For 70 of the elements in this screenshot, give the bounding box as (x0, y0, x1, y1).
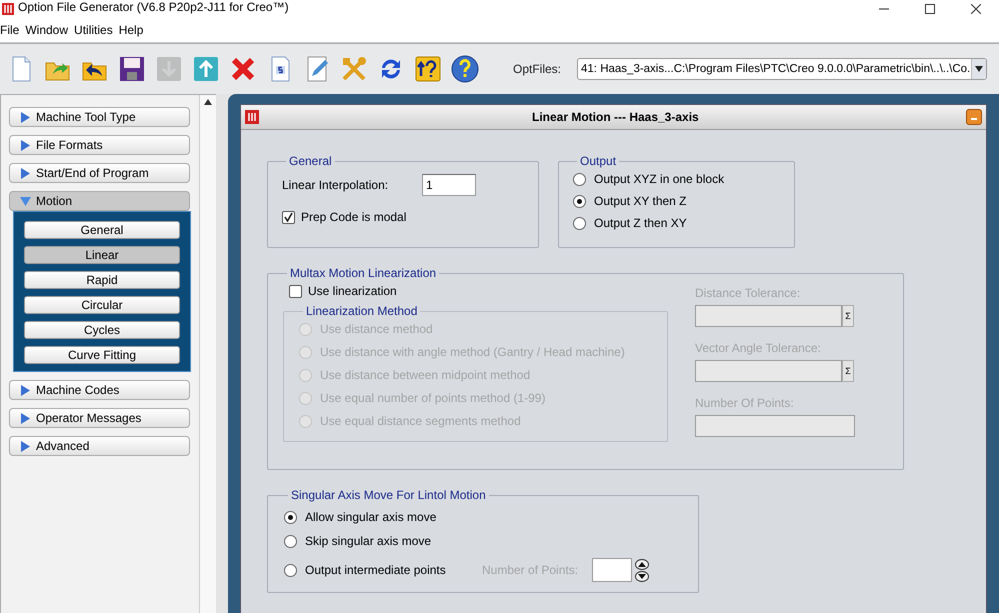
radio-button[interactable] (573, 216, 586, 230)
spin-down-icon[interactable] (635, 570, 649, 582)
maximize-icon[interactable] (925, 4, 935, 14)
radio-label: Output XY then Z (594, 194, 687, 208)
triangle-icon (20, 384, 31, 396)
radio-label: Use equal number of points method (1-99) (320, 391, 546, 405)
triangle-icon (20, 112, 31, 122)
menu-item[interactable]: Utilities (74, 23, 117, 37)
radio-label: Output intermediate points (305, 563, 446, 577)
sidebar-item[interactable]: Rapid (24, 271, 180, 289)
field-label: Linear Interpolation: (282, 178, 390, 192)
radio-label: Use distance between midpoint method (320, 368, 530, 382)
radio-label: Use distance with angle method (Gantry / Head machine) (320, 345, 625, 359)
optfiles-dropdown[interactable]: 41: Haas_3-axis...C:\Program Files\PTC\Creo 9.0.0.0\Parametric\bin\..\..\Co. (577, 58, 988, 80)
close-icon[interactable] (971, 4, 981, 14)
menu-item[interactable]: File (0, 23, 24, 37)
caret-icon[interactable] (975, 66, 984, 72)
group-title: Output (579, 154, 618, 168)
group-title: Multax Motion Linearization (289, 266, 438, 280)
field-label: Number of Points: (482, 563, 580, 577)
minimize-button[interactable] (966, 109, 982, 125)
triangle-icon (20, 440, 31, 452)
checkbox-label: Prep Code is modal (301, 210, 406, 224)
help-icon[interactable] (450, 54, 480, 84)
menu-item[interactable]: Help (118, 23, 148, 37)
radio-label: Skip singular axis move (305, 534, 432, 548)
group-title: Linearization Method (305, 304, 418, 318)
menu-item[interactable]: Window (25, 23, 72, 37)
checkbox-label: Use linearization (308, 284, 397, 298)
window-title: Option File Generator (V6.8 P20p2-J11 for Creo™) (18, 0, 289, 14)
sidebar-section[interactable]: File Formats (9, 135, 190, 155)
group-title: General (288, 154, 333, 168)
dialog-title: Linear Motion --- Haas_3-axis (532, 110, 699, 124)
sidebar-section[interactable]: Motion (9, 191, 190, 211)
group-title: Singular Axis Move For Lintol Motion (290, 488, 487, 502)
radio-button[interactable] (573, 172, 586, 186)
input-field[interactable]: 1 (422, 174, 476, 196)
radio-label: Use distance method (320, 322, 433, 336)
radio-label: Allow singular axis move (305, 510, 436, 524)
triangle-icon (20, 140, 31, 150)
radio-button[interactable] (284, 510, 297, 524)
radio-label: Output XYZ in one block (594, 172, 724, 186)
triangle-icon (20, 412, 31, 424)
app-icon (245, 110, 259, 124)
radio-button[interactable] (284, 564, 297, 576)
triangle-icon (20, 196, 31, 206)
checkbox[interactable] (282, 210, 295, 224)
sidebar-section[interactable]: Operator Messages (9, 408, 190, 428)
radio-label: Use equal distance segments method (320, 414, 521, 428)
sidebar-item[interactable]: Linear (24, 246, 180, 264)
triangle-icon (20, 168, 31, 178)
sidebar-item[interactable]: Cycles (24, 321, 180, 339)
input-field[interactable] (592, 558, 632, 582)
sidebar-section[interactable]: Start/End of Program (9, 163, 190, 183)
checkbox[interactable] (289, 284, 302, 298)
field-label: Distance Tolerance: (695, 286, 802, 300)
field-label: Vector Angle Tolerance: (695, 341, 822, 355)
scrollbar[interactable] (199, 95, 216, 613)
field-label: Number Of Points: (695, 396, 795, 410)
sidebar-item[interactable]: Curve Fitting (24, 346, 180, 364)
optfiles-label: OptFiles: (513, 62, 562, 76)
sidebar-item[interactable]: Circular (24, 296, 180, 314)
radio-button[interactable] (573, 194, 586, 208)
spin-up-icon[interactable] (635, 558, 649, 570)
sidebar-section[interactable]: Machine Tool Type (9, 107, 190, 127)
radio-label: Output Z then XY (594, 216, 687, 230)
sidebar-item[interactable]: General (24, 221, 180, 239)
radio-button[interactable] (284, 534, 297, 548)
sidebar-section[interactable]: Advanced (9, 436, 190, 456)
sidebar-section[interactable]: Machine Codes (9, 380, 190, 400)
